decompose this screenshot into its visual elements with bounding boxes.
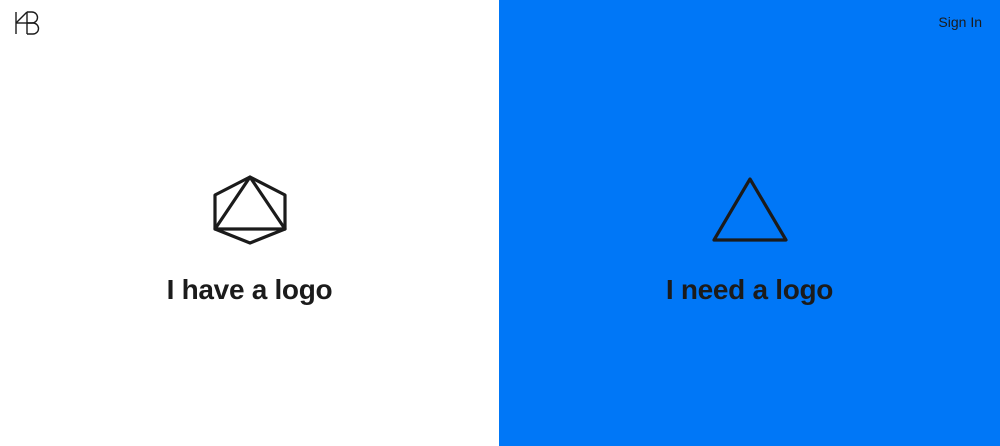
sign-in-link[interactable]: Sign In xyxy=(938,13,982,31)
landing-page: I have a logo I need a logo Sign In xyxy=(0,0,1000,446)
have-logo-panel[interactable]: I have a logo xyxy=(0,0,499,446)
hexagon-triangle-icon xyxy=(212,175,287,245)
have-logo-title: I have a logo xyxy=(166,274,333,305)
brand-monogram-icon[interactable] xyxy=(14,11,40,35)
need-logo-title: I need a logo xyxy=(665,274,834,305)
triangle-icon xyxy=(711,177,788,242)
need-logo-panel[interactable]: I need a logo xyxy=(499,0,1000,446)
